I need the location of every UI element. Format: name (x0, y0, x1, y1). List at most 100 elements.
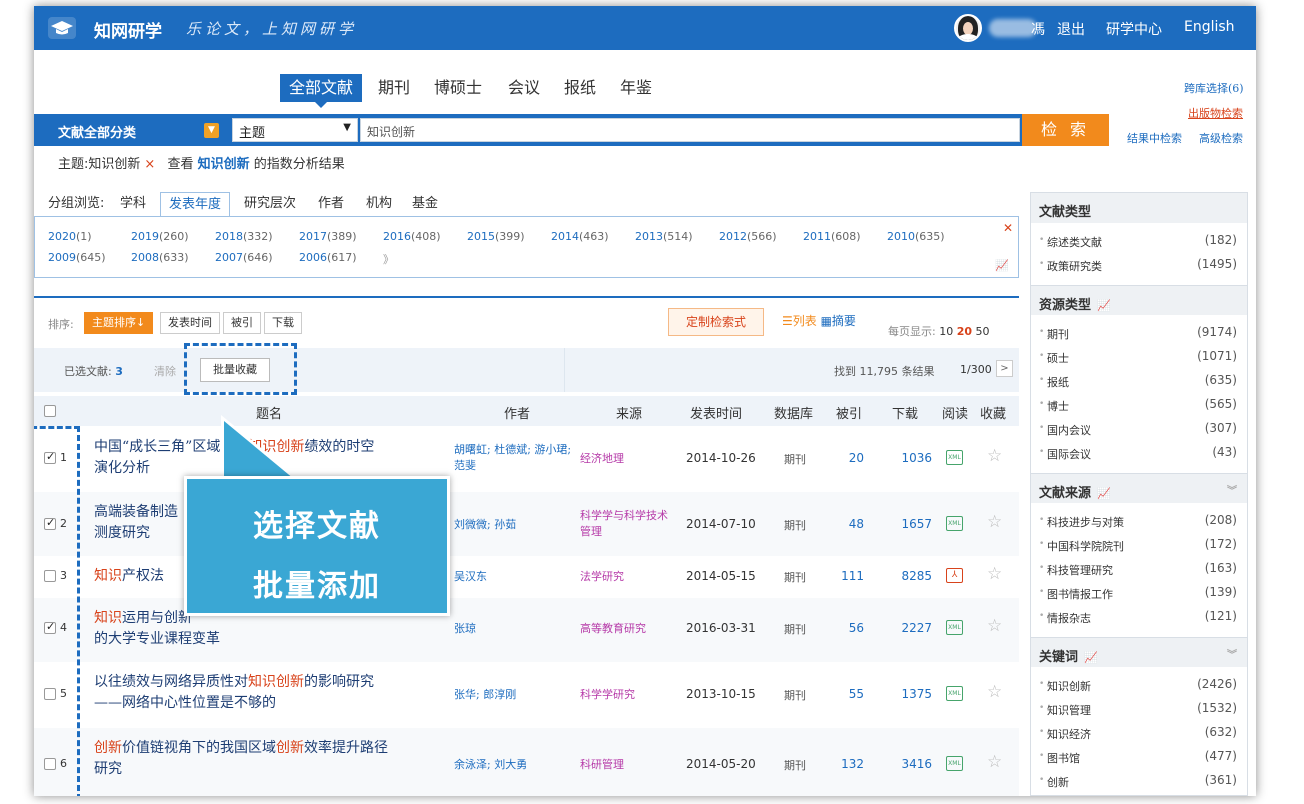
chart-icon[interactable]: 📈 (995, 259, 1009, 272)
table-row[interactable]: 5 以往绩效与网络异质性对知识创新的影响研究 ——网络中心性位置是不够的 张华; … (34, 662, 1019, 728)
group-publish-year[interactable]: 发表年度 (160, 192, 231, 216)
facet-item[interactable]: • 期刊 (9174) (1031, 321, 1247, 345)
col-favorite[interactable]: 收藏 (980, 403, 1006, 422)
col-author[interactable]: 作者 (504, 403, 530, 422)
cross-db-select-link[interactable]: 跨库选择(6) (1184, 80, 1244, 96)
tab-all-literature[interactable]: 全部文献 (280, 74, 363, 108)
facet-item[interactable]: • 国际会议 (43) (1031, 441, 1247, 465)
english-link[interactable]: English (1184, 19, 1235, 35)
article-citations[interactable]: 48 (824, 517, 864, 531)
facet-source-header[interactable]: 文献来源 📈 ︾ (1031, 473, 1247, 503)
article-authors[interactable]: 张华; 郎淳刚 (454, 687, 572, 703)
category-selector[interactable]: 文献全部分类 (58, 122, 136, 141)
index-keyword-link[interactable]: 知识创新 (198, 157, 250, 172)
list-view-button[interactable]: ☰列表 (782, 314, 817, 328)
facet-item[interactable]: • 图书情报工作 (139) (1031, 581, 1247, 605)
col-source[interactable]: 来源 (616, 403, 642, 422)
facet-resource-type-header[interactable]: 资源类型 📈 (1031, 285, 1247, 315)
xml-read-icon[interactable]: XML (946, 756, 963, 771)
year-filter-item[interactable]: 2018(332) (215, 230, 273, 243)
facet-item[interactable]: • 科技管理研究 (163) (1031, 557, 1247, 581)
group-author[interactable]: 作者 (318, 192, 344, 216)
article-authors[interactable]: 吴汉东 (454, 569, 572, 585)
article-authors[interactable]: 余泳泽; 刘大勇 (454, 757, 572, 773)
facet-item[interactable]: • 情报杂志 (121) (1031, 605, 1247, 629)
pdf-read-icon[interactable]: ⅄ (946, 568, 963, 583)
favorite-star-icon[interactable]: ☆ (987, 564, 1002, 584)
avatar[interactable] (954, 14, 982, 42)
search-input[interactable]: 知识创新 (360, 118, 1020, 142)
per-page-50[interactable]: 50 (976, 325, 990, 338)
search-within-results-link[interactable]: 结果中检索 (1127, 130, 1182, 146)
favorite-star-icon[interactable]: ☆ (987, 616, 1002, 636)
group-fund[interactable]: 基金 (412, 192, 438, 216)
facet-item[interactable]: • 硕士 (1071) (1031, 345, 1247, 369)
publication-search-link[interactable]: 出版物检索 (1188, 105, 1243, 121)
year-filter-item[interactable]: 2006(617) (299, 251, 357, 264)
table-row[interactable]: 2 高端装备制造测度研究 刘微微; 孙茹 科学学与科学技术管理 2014-07-… (34, 492, 1019, 556)
remove-filter-icon[interactable]: × (144, 157, 155, 172)
per-page-10[interactable]: 10 (939, 325, 953, 338)
article-downloads[interactable]: 1375 (894, 687, 932, 701)
col-read[interactable]: 阅读 (942, 403, 968, 422)
facet-keyword-header[interactable]: 关键词 📈 ︾ (1031, 637, 1247, 667)
table-row[interactable]: 3 知识产权法 吴汉东 法学研究 2014-05-15 期刊 111 8285 … (34, 556, 1019, 598)
facet-item[interactable]: • 科技进步与对策 (208) (1031, 509, 1247, 533)
year-filter-item[interactable]: 2009(645) (48, 251, 106, 264)
facet-item[interactable]: • 综述类文献 (182) (1031, 229, 1247, 253)
tab-yearbooks[interactable]: 年鉴 (620, 74, 652, 102)
custom-query-button[interactable]: 定制检索式 (668, 308, 764, 336)
year-filter-item[interactable]: 2013(514) (635, 230, 693, 243)
search-button[interactable]: 检 索 (1022, 114, 1109, 146)
year-filter-item[interactable]: 2012(566) (719, 230, 777, 243)
xml-read-icon[interactable]: XML (946, 450, 963, 465)
select-all-checkbox[interactable] (44, 405, 56, 417)
col-database[interactable]: 数据库 (774, 403, 813, 422)
facet-item[interactable]: • 中国科学院院刊 (172) (1031, 533, 1247, 557)
tab-conferences[interactable]: 会议 (508, 74, 540, 102)
sort-by-download-button[interactable]: 下载 (264, 312, 302, 334)
facet-item[interactable]: • 政策研究类 (1495) (1031, 253, 1247, 277)
sort-by-date-button[interactable]: 发表时间 (160, 312, 220, 334)
table-row[interactable]: 1 中国“成长三角”区域高校知识创新绩效的时空演化分析 胡曙虹; 杜德斌; 游小… (34, 426, 1019, 492)
article-citations[interactable]: 56 (824, 621, 864, 635)
tab-newspapers[interactable]: 报纸 (564, 74, 596, 102)
tab-journals[interactable]: 期刊 (378, 74, 410, 102)
favorite-star-icon[interactable]: ☆ (987, 512, 1002, 532)
facet-item[interactable]: • 国内会议 (307) (1031, 417, 1247, 441)
group-research-level[interactable]: 研究层次 (244, 192, 296, 216)
favorite-star-icon[interactable]: ☆ (987, 682, 1002, 702)
year-filter-item[interactable]: 2011(608) (803, 230, 861, 243)
col-cited[interactable]: 被引 (836, 403, 862, 422)
article-downloads[interactable]: 1036 (894, 451, 932, 465)
facet-item[interactable]: • 图书馆 (477) (1031, 745, 1247, 769)
article-source[interactable]: 高等教育研究 (580, 621, 676, 637)
search-field-select[interactable]: 主题 ▼ (232, 118, 358, 142)
article-citations[interactable]: 55 (824, 687, 864, 701)
article-source[interactable]: 科学学研究 (580, 687, 676, 703)
article-citations[interactable]: 20 (824, 451, 864, 465)
col-downloads[interactable]: 下载 (892, 403, 918, 422)
col-date[interactable]: 发表时间 (690, 403, 742, 422)
article-authors[interactable]: 胡曙虹; 杜德斌; 游小珺; 范斐 (454, 442, 572, 474)
article-citations[interactable]: 111 (824, 569, 864, 583)
article-downloads[interactable]: 1657 (894, 517, 932, 531)
article-title-link[interactable]: 以往绩效与网络异质性对知识创新的影响研究 ——网络中心性位置是不够的 (94, 672, 454, 714)
article-downloads[interactable]: 8285 (894, 569, 932, 583)
table-row[interactable]: 4 知识运用与创新的大学专业课程变革 张琼 高等教育研究 2016-03-31 … (34, 598, 1019, 662)
article-downloads[interactable]: 3416 (894, 757, 932, 771)
xml-read-icon[interactable]: XML (946, 516, 963, 531)
facet-literature-type-header[interactable]: 文献类型 (1031, 193, 1247, 223)
group-subject[interactable]: 学科 (120, 192, 146, 216)
article-source[interactable]: 科学学与科学技术管理 (580, 508, 676, 540)
chevron-down-icon[interactable]: ▼ (204, 123, 219, 138)
facet-item[interactable]: • 博士 (565) (1031, 393, 1247, 417)
clear-selection-link[interactable]: 清除 (154, 363, 176, 379)
group-institution[interactable]: 机构 (366, 192, 392, 216)
xml-read-icon[interactable]: XML (946, 686, 963, 701)
logout-link[interactable]: 退出 (1057, 19, 1085, 39)
research-center-link[interactable]: 研学中心 (1106, 19, 1162, 39)
facet-item[interactable]: • 创新 (361) (1031, 769, 1247, 793)
xml-read-icon[interactable]: XML (946, 620, 963, 635)
year-filter-item[interactable]: 2019(260) (131, 230, 189, 243)
